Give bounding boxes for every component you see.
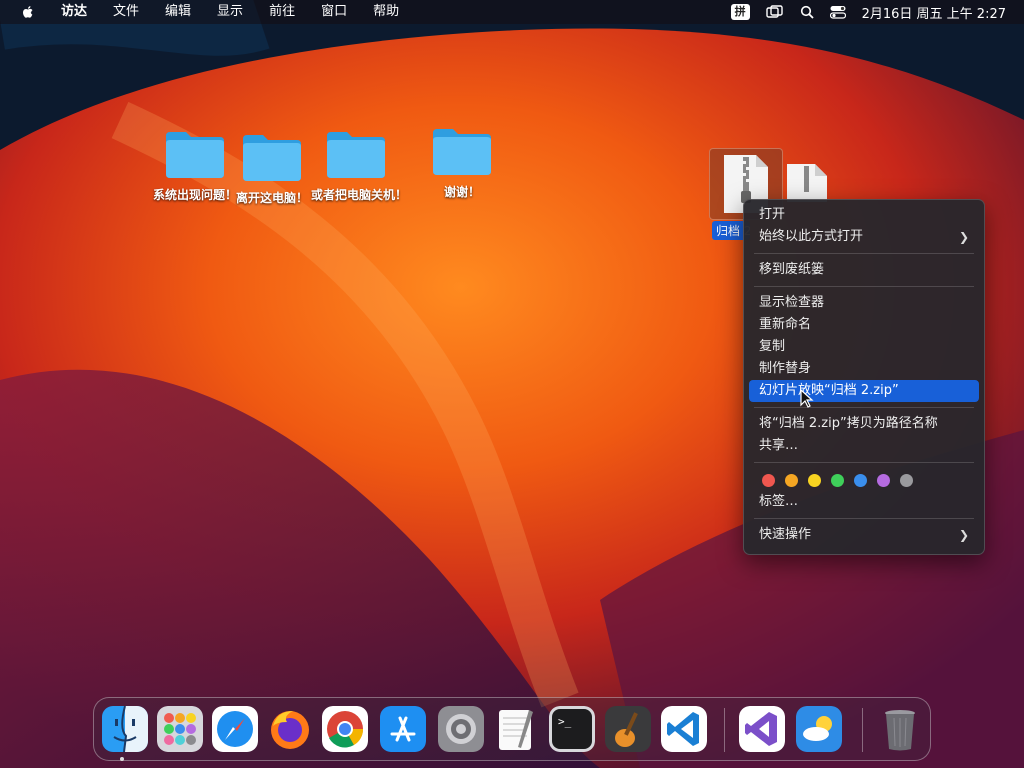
chrome-icon [322, 706, 368, 752]
dock-textedit[interactable] [493, 706, 539, 752]
desktop-folder[interactable]: 谢谢！ [417, 125, 507, 200]
system-settings-icon [438, 706, 484, 752]
folder-label: 谢谢！ [443, 185, 480, 199]
dock-divider [724, 708, 725, 752]
dock-divider [862, 708, 863, 752]
tag-purple[interactable] [877, 474, 890, 487]
apple-logo-icon[interactable] [20, 4, 36, 20]
menu-item-copy-path[interactable]: 将“归档 2.zip”拷贝为路径名称 [749, 413, 979, 435]
finder-running-indicator [120, 757, 124, 761]
folder-icon [433, 129, 491, 175]
menu-item-make-alias[interactable]: 制作替身 [749, 358, 979, 380]
tag-red[interactable] [762, 474, 775, 487]
menu-help[interactable]: 帮助 [360, 0, 412, 24]
menu-item-slideshow[interactable]: 幻灯片放映“归档 2.zip” [749, 380, 979, 402]
dock-vscode[interactable] [661, 706, 707, 752]
textedit-icon [499, 710, 533, 750]
menu-item-duplicate[interactable]: 复制 [749, 336, 979, 358]
context-menu: 打开 始终以此方式打开 ❯ 移到废纸篓 显示检查器 重新命名 复制 制作替身 幻… [743, 199, 985, 555]
launchpad-icon [157, 706, 203, 752]
menu-item-open[interactable]: 打开 [749, 204, 979, 226]
mouse-pointer-icon [800, 389, 814, 408]
dock-trash[interactable] [877, 706, 923, 752]
garageband-icon [605, 706, 651, 752]
tag-yellow[interactable] [808, 474, 821, 487]
folder-icon [327, 132, 385, 178]
menu-item-quick-actions-label: 快速操作 [759, 527, 812, 542]
vscode-icon [661, 706, 707, 752]
menu-item-quick-actions[interactable]: 快速操作 ❯ [749, 524, 979, 546]
dock-firefox[interactable] [267, 706, 313, 752]
visual-studio-icon [739, 706, 785, 752]
spotlight-search-icon[interactable] [800, 5, 814, 19]
chevron-right-icon: ❯ [958, 230, 969, 244]
menu-file[interactable]: 文件 [100, 0, 152, 24]
menu-window[interactable]: 窗口 [308, 0, 360, 24]
menu-separator [754, 407, 974, 408]
menu-separator [754, 286, 974, 287]
dock-app-store[interactable] [380, 706, 426, 752]
menu-go[interactable]: 前往 [256, 0, 308, 24]
folder-label: 离开这电脑！ [235, 191, 308, 205]
tag-color-row [744, 468, 984, 491]
weather-icon [796, 706, 842, 752]
dock-chrome[interactable] [322, 706, 368, 752]
desktop-folder[interactable]: 离开这电脑！ [227, 131, 317, 206]
safari-icon [212, 706, 258, 752]
screen-mirroring-icon[interactable] [765, 5, 784, 19]
dock-finder[interactable] [102, 706, 148, 752]
menu-separator [754, 253, 974, 254]
menu-item-tags[interactable]: 标签… [749, 491, 979, 513]
folder-icon [166, 132, 224, 178]
dock-visual-studio[interactable] [739, 706, 785, 752]
menu-item-open-with[interactable]: 始终以此方式打开 ❯ [749, 226, 979, 248]
dock-system-settings[interactable] [438, 706, 484, 752]
desktop-folder[interactable]: 或者把电脑关机！ [311, 128, 408, 203]
folder-label: 或者把电脑关机！ [311, 188, 408, 202]
dock-weather[interactable] [796, 706, 842, 752]
menu-separator [754, 518, 974, 519]
menu-item-rename[interactable]: 重新命名 [749, 314, 979, 336]
menu-view[interactable]: 显示 [204, 0, 256, 24]
tag-green[interactable] [831, 474, 844, 487]
firefox-icon [271, 711, 309, 749]
finder-icon [102, 706, 148, 752]
menu-item-open-with-label: 始终以此方式打开 [759, 229, 864, 244]
svg-text:>_: >_ [558, 715, 572, 728]
tag-orange[interactable] [785, 474, 798, 487]
menu-bar-clock[interactable]: 2月16日 周五 上午 2:27 [862, 3, 1006, 22]
tag-gray[interactable] [900, 474, 913, 487]
input-method-indicator[interactable]: 拼 [730, 4, 750, 20]
tag-blue[interactable] [854, 474, 867, 487]
dock-garageband[interactable] [605, 706, 651, 752]
menu-item-show-inspector[interactable]: 显示检查器 [749, 292, 979, 314]
menu-item-move-to-trash[interactable]: 移到废纸篓 [749, 259, 979, 281]
menu-finder[interactable]: 访达 [48, 0, 100, 24]
menu-item-share[interactable]: 共享… [749, 435, 979, 457]
dock-terminal[interactable]: >_ [549, 706, 595, 752]
trash-icon [885, 710, 915, 751]
dock-launchpad[interactable] [157, 706, 203, 752]
folder-icon [243, 135, 301, 181]
zip-archive-icon[interactable] [785, 162, 831, 202]
dock: >_ [93, 697, 931, 761]
control-center-icon[interactable] [829, 5, 846, 19]
menu-bar: 访达 文件 编辑 显示 前往 窗口 帮助 拼 2月16日 周五 上午 2:27 [0, 0, 1024, 24]
menu-separator [754, 462, 974, 463]
dock-safari[interactable] [212, 706, 258, 752]
app-store-icon [380, 706, 426, 752]
terminal-icon: >_ [549, 706, 595, 752]
menu-edit[interactable]: 编辑 [152, 0, 204, 24]
chevron-right-icon: ❯ [958, 528, 969, 542]
